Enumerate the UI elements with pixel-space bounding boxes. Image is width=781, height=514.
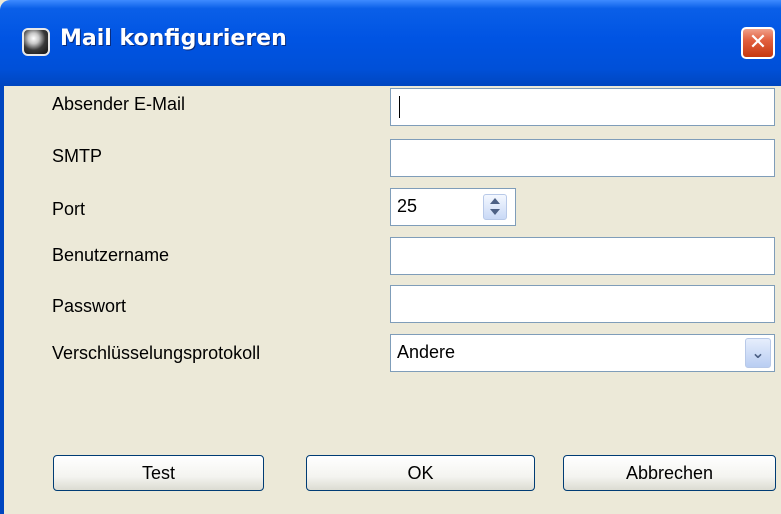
cancel-button[interactable]: Abbrechen	[563, 455, 776, 491]
close-button[interactable]: ✕	[741, 27, 775, 59]
smtp-label: SMTP	[52, 146, 103, 166]
spin-up-icon[interactable]	[490, 198, 500, 204]
port-value: 25	[397, 196, 418, 216]
port-label: Port	[52, 199, 86, 219]
test-button[interactable]: Test	[53, 455, 264, 491]
window-title: Mail konfigurieren	[60, 26, 287, 51]
username-field[interactable]	[390, 237, 775, 275]
spin-down-icon[interactable]	[490, 209, 500, 215]
port-spinner[interactable]: 25	[390, 188, 516, 226]
password-field[interactable]	[390, 285, 775, 323]
close-icon: ✕	[748, 30, 768, 55]
password-label: Passwort	[52, 296, 127, 316]
encryption-select[interactable]: Andere ⌄	[390, 334, 775, 372]
chevron-down-icon: ⌄	[751, 343, 765, 362]
encryption-label: Verschlüsselungsprotokoll	[52, 343, 261, 363]
port-spin-buttons[interactable]	[483, 194, 507, 220]
mail-app-icon	[22, 28, 50, 56]
dropdown-button[interactable]: ⌄	[745, 338, 771, 368]
username-label: Benutzername	[52, 245, 170, 265]
ok-button[interactable]: OK	[306, 455, 535, 491]
encryption-value: Andere	[397, 342, 456, 362]
sender-email-label: Absender E-Mail	[52, 94, 186, 114]
title-bar[interactable]: Mail konfigurieren ✕	[0, 0, 781, 86]
text-caret	[399, 96, 400, 118]
smtp-field[interactable]	[390, 139, 775, 177]
mail-config-dialog: Mail konfigurieren ✕ Absender E-Mail SMT…	[0, 0, 781, 514]
sender-email-field[interactable]	[390, 88, 775, 126]
